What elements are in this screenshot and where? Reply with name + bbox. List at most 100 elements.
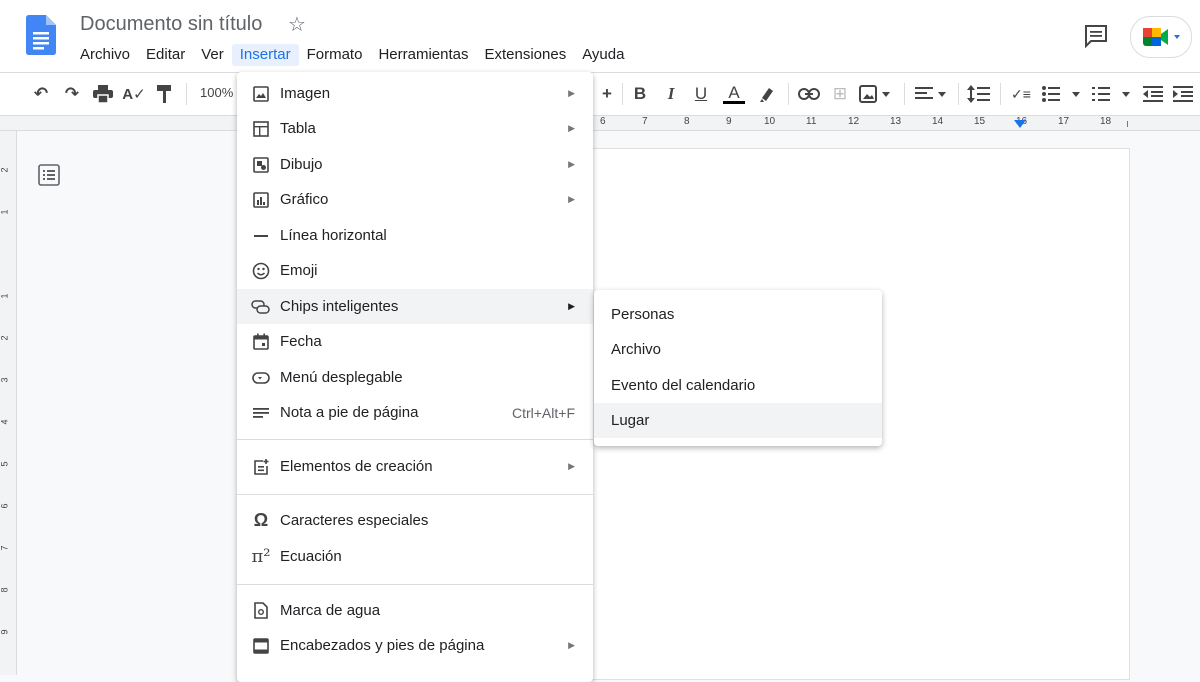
ruler-number: 17 (1058, 116, 1070, 127)
document-title[interactable]: Documento sin título (80, 13, 262, 36)
submenu-item-archivo[interactable]: Archivo (594, 332, 882, 367)
paint-format-icon[interactable] (154, 82, 176, 106)
ruler-number: 6 (600, 116, 606, 127)
submenu-arrow-icon: ▶ (568, 159, 575, 169)
align-icon[interactable] (914, 82, 950, 106)
pi-icon: π² (251, 546, 271, 567)
insert-menu-item-imagen[interactable]: Imagen ▶ (237, 76, 593, 111)
meet-button[interactable] (1130, 16, 1192, 58)
ruler-number: 8 (0, 587, 10, 593)
menu-item-label: Emoji (280, 262, 318, 279)
highlight-icon[interactable] (756, 82, 778, 106)
line-spacing-icon[interactable] (966, 82, 992, 106)
insert-menu-item-fecha[interactable]: Fecha (237, 324, 593, 359)
menu-archivo[interactable]: Archivo (72, 44, 138, 66)
insert-menu-item-nota-pie-pagina[interactable]: Nota a pie de página Ctrl+Alt+F (237, 395, 593, 430)
ruler-number: 3 (0, 377, 10, 383)
menu-bar: Archivo Editar Ver Insertar Formato Herr… (72, 44, 632, 66)
menu-ayuda[interactable]: Ayuda (574, 44, 632, 66)
ruler-number: 18 (1100, 116, 1112, 127)
redo-icon[interactable]: ↷ (61, 82, 83, 106)
menu-item-label: Menú desplegable (280, 369, 403, 386)
menu-item-label: Lugar (611, 412, 650, 429)
numbered-list-icon[interactable] (1092, 82, 1132, 106)
ruler-number: 1 (0, 293, 10, 299)
menu-extensiones[interactable]: Extensiones (476, 44, 574, 66)
ruler-number: 9 (726, 116, 732, 127)
meet-icon (1143, 28, 1180, 46)
ruler-number: 13 (890, 116, 902, 127)
insert-menu-item-encabezados-pies[interactable]: Encabezados y pies de página ▶ (237, 628, 593, 663)
menu-herramientas[interactable]: Herramientas (370, 44, 476, 66)
menu-formato[interactable]: Formato (299, 44, 371, 66)
insert-menu-item-ecuacion[interactable]: π² Ecuación (237, 539, 593, 574)
insert-menu-item-caracteres-especiales[interactable]: Ω Caracteres especiales (237, 503, 593, 538)
menu-editar[interactable]: Editar (138, 44, 193, 66)
insert-menu-item-elementos-creacion[interactable]: Elementos de creación ▶ (237, 449, 593, 484)
underline-icon[interactable]: U (690, 82, 712, 106)
title-bar: Documento sin título ☆ Archivo Editar Ve… (0, 0, 1200, 73)
insert-menu-item-chips-inteligentes[interactable]: Chips inteligentes ▶ (237, 289, 593, 324)
insert-menu-item-linea-horizontal[interactable]: Línea horizontal (237, 218, 593, 253)
italic-icon[interactable]: I (660, 82, 682, 106)
insert-menu-item-marca-agua[interactable]: Marca de agua (237, 593, 593, 628)
checklist-icon[interactable]: ✓≡ (1008, 82, 1034, 106)
calendar-icon (251, 332, 271, 352)
insert-menu-item-dibujo[interactable]: Dibujo ▶ (237, 147, 593, 182)
ruler-number: 11 (806, 116, 817, 127)
right-indent-marker[interactable] (1014, 120, 1026, 128)
submenu-arrow-icon: ▶ (568, 123, 575, 133)
ruler-tick (1127, 121, 1128, 127)
docs-logo-icon[interactable] (26, 15, 56, 55)
text-color-icon[interactable]: A (722, 82, 746, 106)
chart-icon (251, 190, 271, 210)
submenu-item-lugar[interactable]: Lugar (594, 403, 882, 438)
star-icon[interactable]: ☆ (288, 12, 306, 37)
toolbar: ↶ ↷ A✓ 100% + B I U A ⊞ ✓≡ (0, 73, 1200, 116)
submenu-item-evento-calendario[interactable]: Evento del calendario (594, 368, 882, 403)
document-outline-icon[interactable] (38, 164, 60, 186)
comment-history-icon[interactable] (1082, 22, 1110, 50)
ruler-number: 2 (0, 167, 10, 173)
bulleted-list-icon[interactable] (1042, 82, 1082, 106)
menu-item-label: Caracteres especiales (280, 512, 429, 529)
ruler-number: 1 (0, 209, 10, 215)
menu-divider (237, 439, 593, 440)
menu-divider (237, 584, 593, 585)
print-icon[interactable] (91, 82, 115, 106)
link-icon[interactable] (797, 82, 821, 106)
insert-menu-item-menu-desplegable[interactable]: Menú desplegable (237, 360, 593, 395)
submenu-arrow-icon: ▶ (568, 194, 575, 204)
insert-image-icon[interactable] (858, 82, 894, 106)
bold-icon[interactable]: B (629, 82, 651, 106)
insert-menu-item-grafico[interactable]: Gráfico ▶ (237, 182, 593, 217)
insert-menu-item-tabla[interactable]: Tabla ▶ (237, 111, 593, 146)
dropdown-icon (251, 368, 271, 388)
vertical-ruler[interactable]: 2 1 1 2 3 4 5 6 7 8 9 (0, 131, 17, 675)
building-blocks-icon (251, 457, 271, 477)
emoji-icon (251, 261, 271, 281)
increase-indent-icon[interactable] (1172, 82, 1194, 106)
ruler-number: 2 (0, 335, 10, 341)
ruler-number: 4 (0, 419, 10, 425)
menu-ver[interactable]: Ver (193, 44, 232, 66)
add-comment-icon[interactable]: ⊞ (829, 82, 851, 106)
spellcheck-icon[interactable]: A✓ (122, 82, 146, 106)
menu-item-label: Fecha (280, 333, 322, 350)
toolbar-separator (788, 83, 789, 105)
menu-item-label: Imagen (280, 85, 331, 102)
decrease-indent-icon[interactable] (1142, 82, 1164, 106)
menu-item-label: Dibujo (280, 156, 323, 173)
drawing-icon (251, 155, 271, 175)
insert-menu-item-emoji[interactable]: Emoji (237, 253, 593, 288)
undo-icon[interactable]: ↶ (30, 82, 52, 106)
ruler-number: 12 (848, 116, 860, 127)
ruler-number: 9 (0, 629, 10, 635)
toolbar-separator (1000, 83, 1001, 105)
menu-divider (237, 494, 593, 495)
zoom-select[interactable]: 100% (200, 85, 233, 100)
increase-font-size-icon[interactable]: + (596, 82, 618, 106)
menu-item-label: Elementos de creación (280, 458, 433, 475)
menu-insertar[interactable]: Insertar (231, 44, 299, 66)
submenu-item-personas[interactable]: Personas (594, 297, 882, 332)
